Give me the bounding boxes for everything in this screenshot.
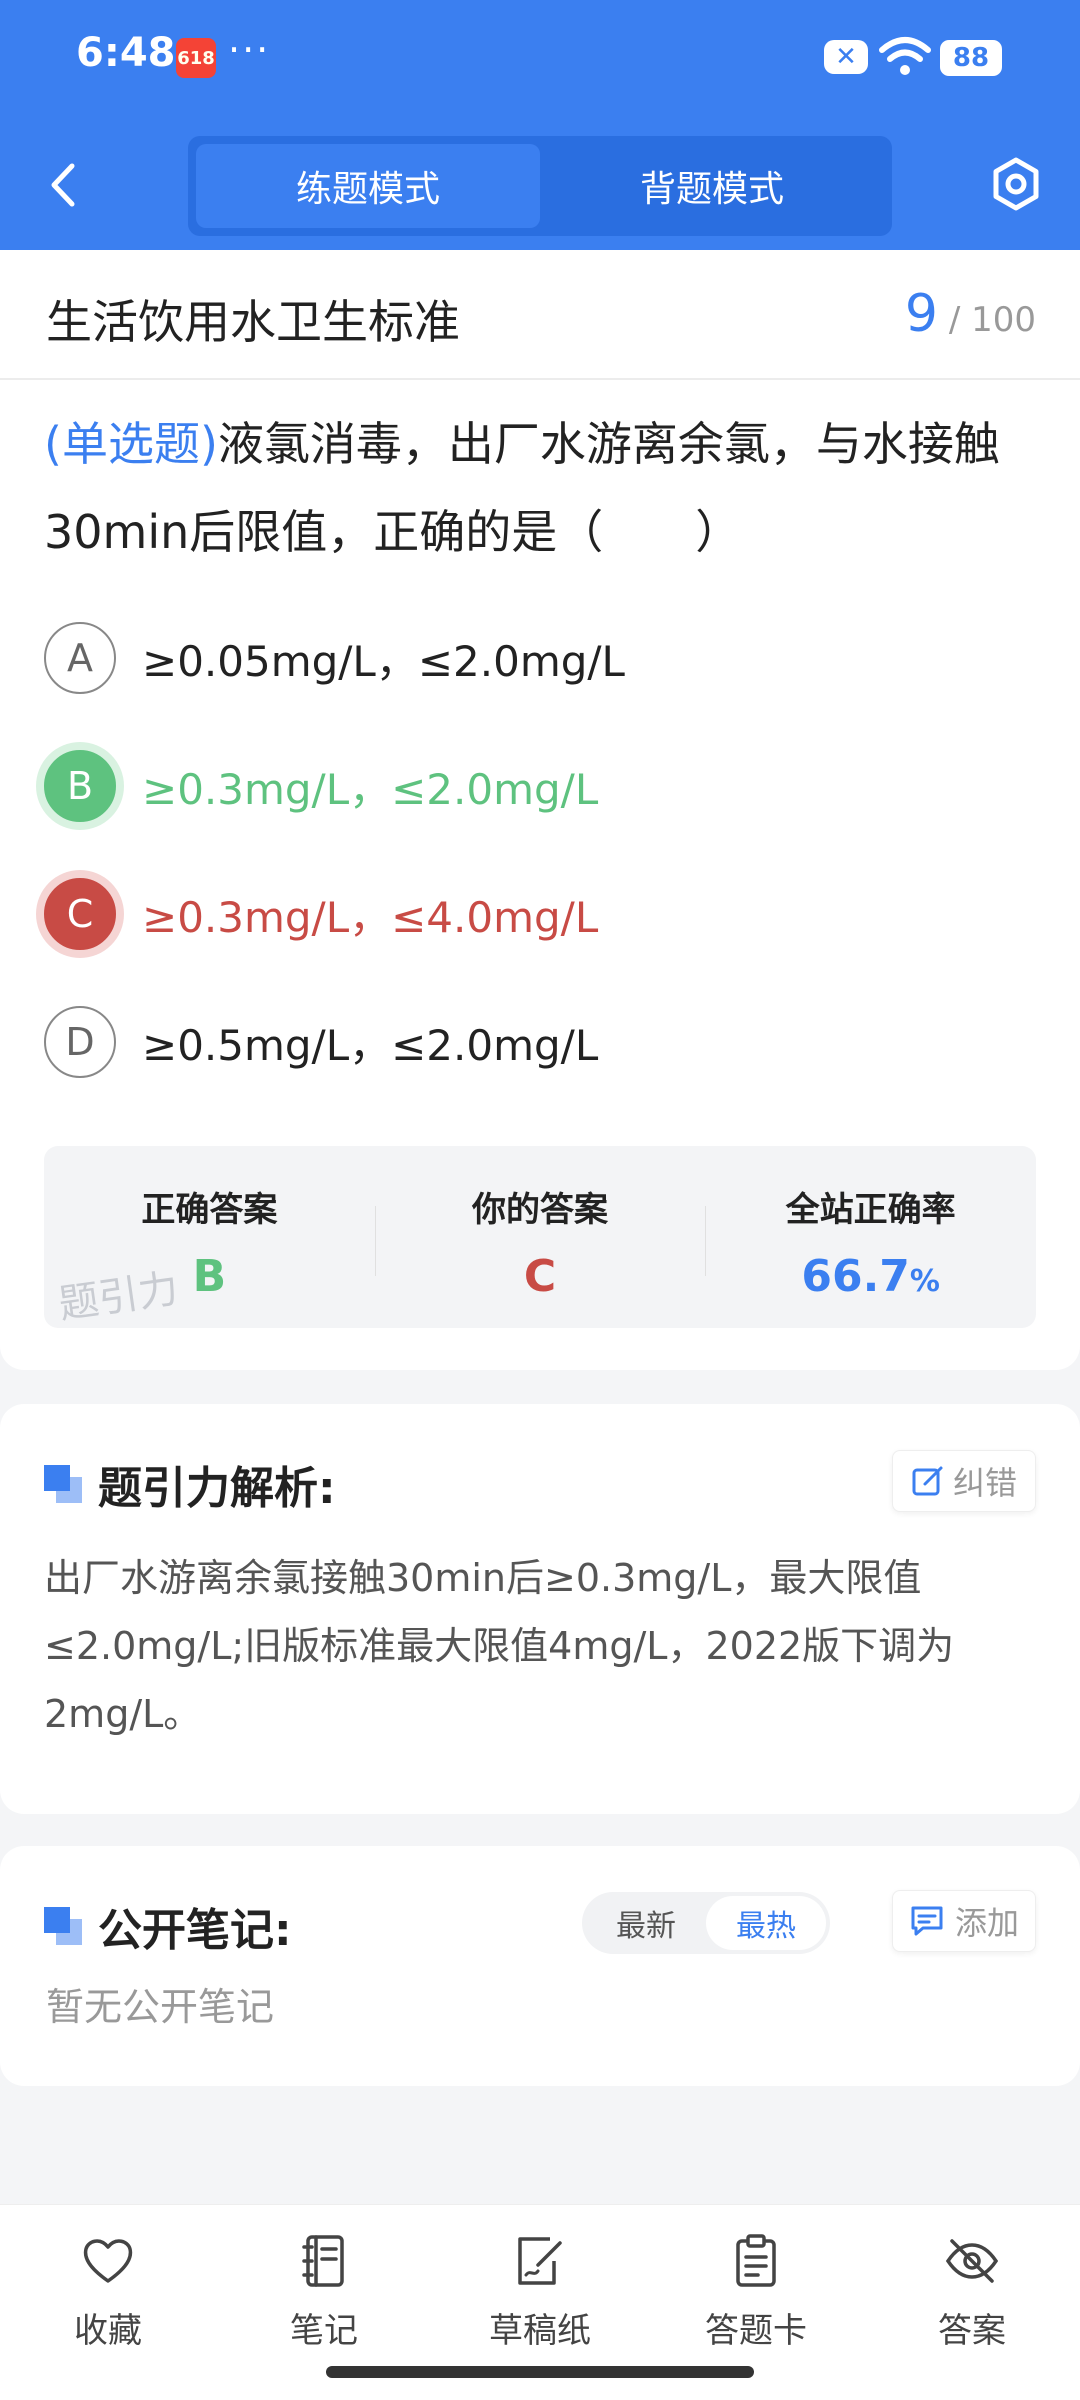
draft-icon	[518, 2237, 562, 2285]
heart-icon	[83, 2239, 133, 2283]
notes-label: 笔记	[290, 2311, 358, 2351]
sort-latest-tab[interactable]: 最新	[586, 1896, 706, 1950]
option-letter: D	[44, 1006, 116, 1078]
draft-paper-label: 草稿纸	[489, 2311, 591, 2351]
mode-switch: 练题模式 背题模式	[188, 136, 892, 236]
progress-current: 9	[904, 284, 939, 344]
option-text: ≥0.3mg/L，≤2.0mg/L	[142, 764, 599, 814]
subject-title: 生活饮用水卫生标准	[46, 295, 460, 349]
answer-card-label: 答题卡	[705, 2311, 807, 2351]
analysis-text: 出厂水游离余氯接触30min后≥0.3mg/L，最大限值≤2.0mg/L;旧版标…	[44, 1556, 955, 1736]
back-arrow-icon[interactable]	[44, 160, 84, 210]
section-squares-icon	[44, 1907, 82, 1945]
accuracy-label: 全站正确率	[785, 1190, 956, 1230]
your-answer-label: 你的答案	[472, 1190, 608, 1230]
show-answer-button[interactable]: 答案	[864, 2205, 1080, 2400]
option-letter: B	[44, 750, 116, 822]
subject-row: 生活饮用水卫生标准 9 / 100	[0, 250, 1080, 380]
accuracy-value: 66.7%	[705, 1251, 1036, 1302]
status-time: 6:48	[76, 30, 176, 76]
question-progress: 9 / 100	[905, 284, 1036, 344]
accuracy-number: 66.7	[801, 1251, 910, 1302]
add-note-label: 添加	[954, 1904, 1019, 1942]
show-answer-label: 答案	[938, 2311, 1006, 2351]
tab-practice-mode[interactable]: 练题模式	[196, 144, 540, 228]
favorite-button[interactable]: 收藏	[0, 2205, 216, 2400]
analysis-card: 题引力解析: 纠错 出厂水游离余氯接触30min后≥0.3mg/L，最大限值≤2…	[0, 1404, 1080, 1814]
notes-sort-switch: 最新 最热	[582, 1892, 830, 1954]
option-text: ≥0.3mg/L，≤4.0mg/L	[142, 892, 599, 942]
option-text: ≥0.05mg/L，≤2.0mg/L	[142, 636, 625, 686]
analysis-title-text: 题引力解析:	[98, 1463, 336, 1514]
option-letter: C	[44, 878, 116, 950]
eye-off-icon	[945, 2239, 999, 2283]
option-b[interactable]: B ≥0.3mg/L，≤2.0mg/L	[44, 746, 1044, 826]
report-error-button[interactable]: 纠错	[891, 1450, 1036, 1512]
question-card: 生活饮用水卫生标准 9 / 100 (单选题)液氯消毒，出厂水游离余氯，与水接触…	[0, 250, 1080, 1370]
app-header: 6:48 618 ··· ✕ 88 练题模式 背题模式	[0, 0, 1080, 250]
empty-notes-text: 暂无公开笔记	[46, 1985, 275, 2029]
comment-icon	[911, 1906, 943, 1936]
notebook-icon	[302, 2235, 344, 2287]
app-notification-icon: 618	[176, 38, 216, 78]
option-a[interactable]: A ≥0.05mg/L，≤2.0mg/L	[44, 618, 1044, 698]
notes-card: 公开笔记: 最新 最热 添加 暂无公开笔记	[0, 1846, 1080, 2086]
progress-total: / 100	[948, 300, 1036, 340]
option-text: ≥0.5mg/L，≤2.0mg/L	[142, 1020, 599, 1070]
notes-title: 公开笔记:	[44, 1894, 292, 1958]
report-error-label: 纠错	[952, 1464, 1017, 1502]
close-icon: ✕	[824, 40, 868, 74]
your-answer-col: 你的答案 C	[374, 1146, 706, 1328]
answer-card-icon	[736, 2234, 776, 2287]
notes-title-text: 公开笔记:	[98, 1905, 292, 1956]
accuracy-col: 全站正确率 66.7%	[705, 1146, 1036, 1328]
status-bar: 6:48 618 ··· ✕ 88	[0, 0, 1080, 120]
settings-icon[interactable]	[988, 154, 1044, 214]
accuracy-unit: %	[909, 1264, 940, 1299]
status-more-icon: ···	[228, 28, 271, 72]
question-type: (单选题)	[44, 417, 218, 471]
answer-result-box: 正确答案 B 题引力 你的答案 C 全站正确率 66.7%	[44, 1146, 1036, 1328]
favorite-label: 收藏	[74, 2311, 142, 2351]
section-squares-icon	[44, 1465, 82, 1503]
correct-answer-label: 正确答案	[141, 1190, 278, 1230]
wifi-icon	[879, 37, 931, 75]
add-note-button[interactable]: 添加	[891, 1890, 1036, 1952]
edit-icon	[912, 1466, 943, 1496]
your-answer-value: C	[523, 1251, 557, 1302]
option-d[interactable]: D ≥0.5mg/L，≤2.0mg/L	[44, 1002, 1044, 1082]
tab-memorize-mode[interactable]: 背题模式	[540, 144, 884, 228]
battery-indicator: 88	[940, 40, 1002, 76]
sort-hottest-tab[interactable]: 最热	[706, 1896, 826, 1950]
question-text: (单选题)液氯消毒，出厂水游离余氯，与水接触30min后限值，正确的是（ ）	[44, 400, 1044, 576]
option-letter: A	[44, 622, 116, 694]
analysis-title: 题引力解析:	[44, 1452, 336, 1516]
correct-answer-col: 正确答案 B 题引力	[44, 1146, 375, 1328]
home-indicator[interactable]	[326, 2366, 754, 2378]
option-c[interactable]: C ≥0.3mg/L，≤4.0mg/L	[44, 874, 1044, 954]
